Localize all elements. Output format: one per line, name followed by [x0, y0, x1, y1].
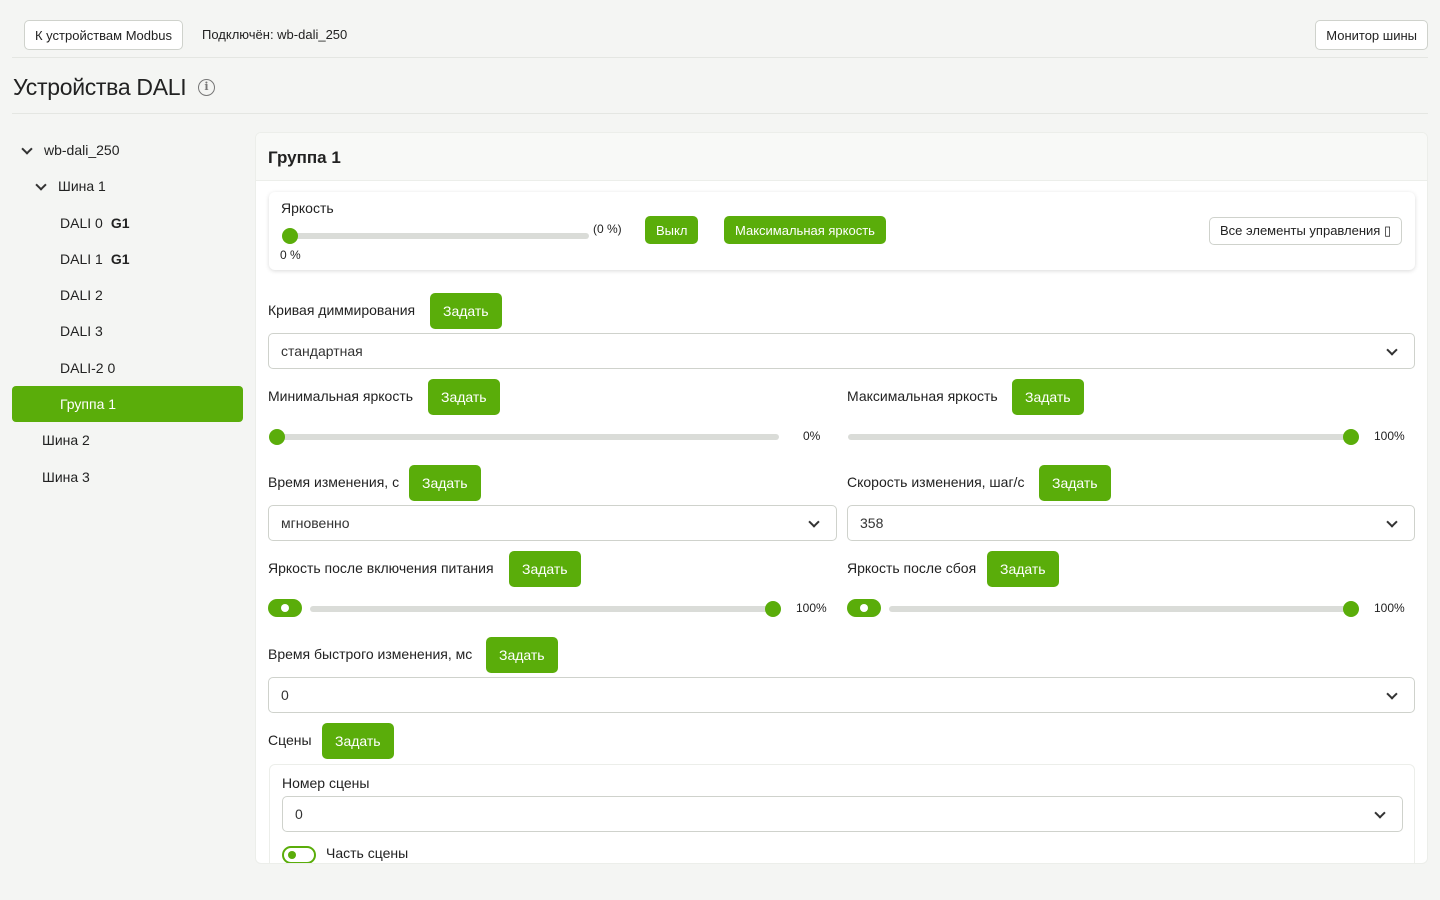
power-on-level-label: Яркость после включения питания — [268, 560, 494, 576]
power-on-level-slider-track[interactable] — [310, 606, 772, 612]
min-brightness-slider-thumb[interactable] — [269, 429, 285, 445]
power-on-level-slider-thumb[interactable] — [765, 601, 781, 617]
set-power-on-level-button[interactable]: Задать — [509, 551, 581, 587]
scene-number-label: Номер сцены — [282, 775, 370, 791]
chevron-down-icon — [1386, 344, 1398, 356]
tree-item-label: DALI 0 — [60, 215, 103, 231]
min-brightness-slider-track[interactable] — [270, 434, 779, 440]
scenes-label: Сцены — [268, 732, 312, 748]
tree-item-bus3[interactable]: Шина 3 — [12, 459, 243, 495]
fade-time-select[interactable]: мгновенно — [268, 505, 837, 541]
set-min-brightness-button[interactable]: Задать — [428, 379, 500, 415]
chevron-down-icon — [1374, 807, 1386, 819]
group-badge: G1 — [110, 251, 130, 267]
chevron-down-icon — [808, 516, 820, 528]
part-of-scene-label: Часть сцены — [326, 845, 409, 861]
scene-number-select[interactable]: 0 — [282, 796, 1403, 832]
power-on-level-toggle[interactable] — [268, 599, 302, 617]
max-brightness-label: Максимальная яркость — [847, 388, 998, 404]
tree-item-dali1[interactable]: DALI 1 G1 — [12, 241, 243, 277]
failure-level-toggle[interactable] — [847, 599, 881, 617]
info-icon[interactable]: i — [198, 79, 215, 96]
brightness-card: Яркость (0 %) 0 % Выкл Максимальная ярко… — [269, 192, 1415, 270]
set-max-brightness-button[interactable]: Задать — [1012, 379, 1084, 415]
tree-item-label: DALI 2 — [60, 287, 103, 303]
brightness-percent-text: 0 % — [280, 248, 301, 262]
set-fade-rate-button[interactable]: Задать — [1039, 465, 1111, 501]
failure-level-slider-track[interactable] — [889, 606, 1358, 612]
tree-item-dali2-0[interactable]: DALI-2 0 — [12, 350, 243, 386]
tree-item-dali3[interactable]: DALI 3 — [12, 313, 243, 349]
set-scenes-button[interactable]: Задать — [322, 723, 394, 759]
select-value: 0 — [295, 806, 303, 822]
brightness-value: (0 %) — [593, 222, 622, 236]
failure-level-label: Яркость после сбоя — [847, 560, 977, 576]
tree-item-dali2[interactable]: DALI 2 — [12, 277, 243, 313]
fast-fade-time-label: Время быстрого изменения, мс — [268, 646, 473, 662]
tree-item-label: DALI-2 0 — [60, 360, 116, 376]
max-brightness-button[interactable]: Максимальная яркость — [724, 216, 886, 244]
fade-rate-select[interactable]: 358 — [847, 505, 1415, 541]
min-brightness-value: 0% — [803, 429, 821, 443]
brightness-slider-thumb[interactable] — [282, 228, 298, 244]
set-fast-fade-time-button[interactable]: Задать — [486, 637, 558, 673]
brightness-slider-track[interactable] — [283, 233, 589, 239]
chevron-down-icon[interactable] — [20, 143, 34, 157]
tree-item-dali0[interactable]: DALI 0 G1 — [12, 205, 243, 241]
tree-item-root[interactable]: wb-dali_250 — [12, 132, 243, 168]
power-on-level-value: 100% — [796, 601, 827, 615]
select-value: стандартная — [281, 343, 363, 359]
all-controls-button[interactable]: Все элементы управления ▯ — [1209, 217, 1403, 245]
max-brightness-slider-thumb[interactable] — [1343, 429, 1359, 445]
tree-item-label: Шина 2 — [42, 432, 90, 448]
tree-item-bus1[interactable]: Шина 1 — [12, 168, 243, 204]
divider — [12, 113, 1428, 114]
set-fade-time-button[interactable]: Задать — [409, 465, 481, 501]
tree-item-label: DALI 1 — [60, 251, 103, 267]
connection-status: Подключён: wb-dali_250 — [202, 27, 348, 42]
tree-item-label: DALI 3 — [60, 323, 103, 339]
fade-rate-label: Скорость изменения, шаг/с — [847, 474, 1025, 490]
set-failure-level-button[interactable]: Задать — [987, 551, 1059, 587]
failure-level-value: 100% — [1374, 601, 1405, 615]
tree-item-bus2[interactable]: Шина 2 — [12, 422, 243, 458]
off-button[interactable]: Выкл — [645, 216, 699, 244]
chevron-down-icon — [1386, 688, 1398, 700]
select-value: 358 — [860, 515, 884, 531]
scene-card: Номер сцены 0 Часть сцены — [269, 764, 1415, 863]
tree-item-label: wb-dali_250 — [44, 142, 120, 158]
chevron-down-icon — [1386, 516, 1398, 528]
panel-header: Группа 1 — [256, 133, 1427, 181]
set-dimming-curve-button[interactable]: Задать — [430, 293, 502, 329]
dimming-curve-select[interactable]: стандартная — [268, 333, 1415, 369]
panel-title: Группа 1 — [268, 148, 341, 167]
max-brightness-value: 100% — [1374, 429, 1405, 443]
group-badge: G1 — [110, 215, 130, 231]
group-panel: Группа 1 Яркость (0 %) 0 % Выкл Максимал… — [255, 132, 1428, 864]
part-of-scene-toggle[interactable] — [282, 846, 316, 863]
min-brightness-label: Минимальная яркость — [268, 388, 414, 404]
fast-fade-time-select[interactable]: 0 — [268, 677, 1415, 713]
back-to-modbus-button[interactable]: К устройствам Modbus — [24, 20, 183, 50]
chevron-down-icon[interactable] — [34, 179, 48, 193]
tree-item-label: Шина 1 — [58, 178, 106, 194]
bus-monitor-button[interactable]: Монитор шины — [1315, 20, 1428, 50]
brightness-label: Яркость — [281, 200, 334, 216]
failure-level-slider-thumb[interactable] — [1343, 601, 1359, 617]
tree-item-label: Шина 3 — [42, 469, 90, 485]
max-brightness-slider-track[interactable] — [848, 434, 1358, 440]
top-bar: К устройствам Modbus Подключён: wb-dali_… — [12, 10, 1428, 58]
page-title: Устройства DALI — [13, 74, 187, 100]
select-value: мгновенно — [281, 515, 350, 531]
tree-item-label: Группа 1 — [60, 396, 117, 412]
tree-item-group1[interactable]: Группа 1 — [12, 386, 243, 422]
fade-time-label: Время изменения, с — [268, 474, 400, 490]
select-value: 0 — [281, 687, 289, 703]
dimming-curve-label: Кривая диммирования — [268, 302, 416, 318]
